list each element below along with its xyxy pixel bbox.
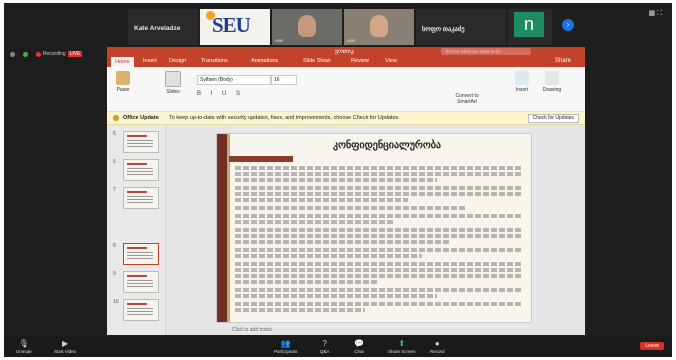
tab-insert[interactable]: Insert (143, 58, 157, 64)
record-button[interactable]: ● Record (430, 339, 445, 354)
participants-icon: 👥 (280, 339, 291, 348)
participant-tile-seu[interactable]: SEU (200, 9, 270, 45)
record-icon: ● (434, 339, 440, 348)
participant-label: user (347, 38, 356, 43)
slide-thumbnails-pane: 5 6 7 8 9 10 (107, 125, 166, 335)
participant-label: user (275, 38, 284, 43)
record-dot-icon (35, 51, 41, 57)
slide-decoration (227, 134, 230, 322)
ribbon-tabs: Home Insert Design Transitions Animation… (107, 56, 585, 67)
participant-video (370, 15, 388, 37)
start-video-button[interactable]: ▶ Start Video (54, 339, 76, 354)
tab-view[interactable]: View (385, 58, 397, 64)
tab-design[interactable]: Design (169, 58, 186, 64)
participant-tile-sopo[interactable]: სოფო თაკაძე (416, 9, 506, 45)
update-title: Office Update (123, 115, 159, 121)
tab-transitions[interactable]: Transitions (201, 58, 228, 64)
check-updates-button[interactable]: Check for Updates (527, 114, 579, 123)
current-slide[interactable]: კონფიდენციალურობა (216, 133, 532, 323)
slide-canvas: კონფიდენციალურობა Click to add notes (166, 125, 585, 335)
search-input[interactable]: Tell me what you want to do (441, 48, 531, 55)
participant-tile-kate[interactable]: Kate Arveladze (128, 9, 198, 45)
avatar: n (514, 12, 544, 37)
format-buttons[interactable]: B I U S (197, 91, 244, 97)
participants-button[interactable]: 👥 Participants (274, 339, 298, 354)
paste-button[interactable]: Paste (111, 71, 135, 93)
tab-review[interactable]: Review (351, 58, 369, 64)
recording-label: Recording (42, 51, 66, 58)
participant-strip: Kate Arveladze SEU user user სოფო თაკაძე… (4, 3, 672, 47)
notes-pane[interactable]: Click to add notes (232, 327, 272, 333)
next-participants-icon[interactable]: › (562, 19, 574, 31)
zoom-window: Kate Arveladze SEU user user სოფო თაკაძე… (4, 3, 672, 357)
microphone-icon: 🎙 (18, 339, 29, 348)
tab-slide-show[interactable]: Slide Show (303, 58, 331, 64)
ribbon: Paste Slides Sylfaen (Body) 16 B I U S C… (107, 67, 585, 112)
unmute-button[interactable]: 🎙 Unmute (16, 339, 32, 354)
info-icon (113, 115, 119, 121)
participant-name: სოფო თაკაძე (422, 26, 465, 33)
status-dot-icon (10, 51, 15, 57)
slide-body-text (235, 166, 523, 314)
seu-logo: SEU (212, 13, 251, 37)
textbox-icon (515, 71, 529, 85)
slide-decoration (217, 134, 227, 322)
qa-button[interactable]: ? Q&A (320, 339, 330, 354)
font-size-select[interactable]: 16 (271, 75, 297, 85)
view-options-icon[interactable]: ▦ ⛶ (649, 9, 662, 18)
participant-video (298, 15, 316, 37)
participant-tile-n[interactable]: n (508, 9, 552, 45)
chat-button[interactable]: 💬 Chat (354, 339, 364, 354)
font-name-select[interactable]: Sylfaen (Body) (197, 75, 271, 85)
drawing-label: Drawing (542, 87, 562, 93)
slide-title: კონფიდენციალურობა (332, 140, 441, 151)
file-name: ვოთიკ (335, 49, 354, 55)
insert-button[interactable]: Insert (511, 71, 533, 93)
security-icon (22, 51, 28, 57)
drawing-button[interactable]: Drawing (539, 71, 565, 93)
paste-label: Paste (116, 87, 130, 93)
convert-smartart-button[interactable]: Convert to SmartArt (447, 93, 487, 105)
new-slide-button[interactable]: Slides (161, 71, 185, 95)
participant-tile-video-1[interactable]: user (272, 9, 342, 45)
insert-label: Insert (515, 87, 529, 93)
share-screen-button[interactable]: ⬆ Share Screen (388, 339, 416, 354)
share-screen-icon: ⬆ (398, 339, 406, 348)
slides-label: Slides (166, 89, 180, 95)
chat-icon: 💬 (354, 339, 364, 348)
shapes-icon (545, 71, 559, 85)
video-icon: ▶ (62, 339, 69, 348)
participant-tile-video-2[interactable]: user (344, 9, 414, 45)
clipboard-icon (116, 71, 130, 85)
qa-icon: ? (322, 339, 327, 348)
leave-button[interactable]: Leave (640, 342, 664, 350)
zoom-toolbar: 🎙 Unmute ▶ Start Video 👥 Participants ? Q&A … (4, 337, 672, 357)
share-button[interactable]: Share (555, 58, 571, 64)
participant-name: Kate Arveladze (134, 25, 181, 32)
tab-home[interactable]: Home (111, 57, 134, 67)
ppt-title-bar: ვოთიკ Tell me what you want to do (107, 47, 585, 56)
powerpoint-window: ვოთიკ Tell me what you want to do Home I… (107, 47, 585, 335)
tab-animations[interactable]: Animations (251, 58, 278, 64)
slide-accent-bar (229, 156, 293, 162)
slide-icon (165, 71, 181, 87)
update-message: To keep up-to-date with security updates… (169, 115, 400, 121)
live-badge: LIVE (67, 51, 83, 58)
office-update-bar: Office Update To keep up-to-date with se… (107, 112, 585, 125)
